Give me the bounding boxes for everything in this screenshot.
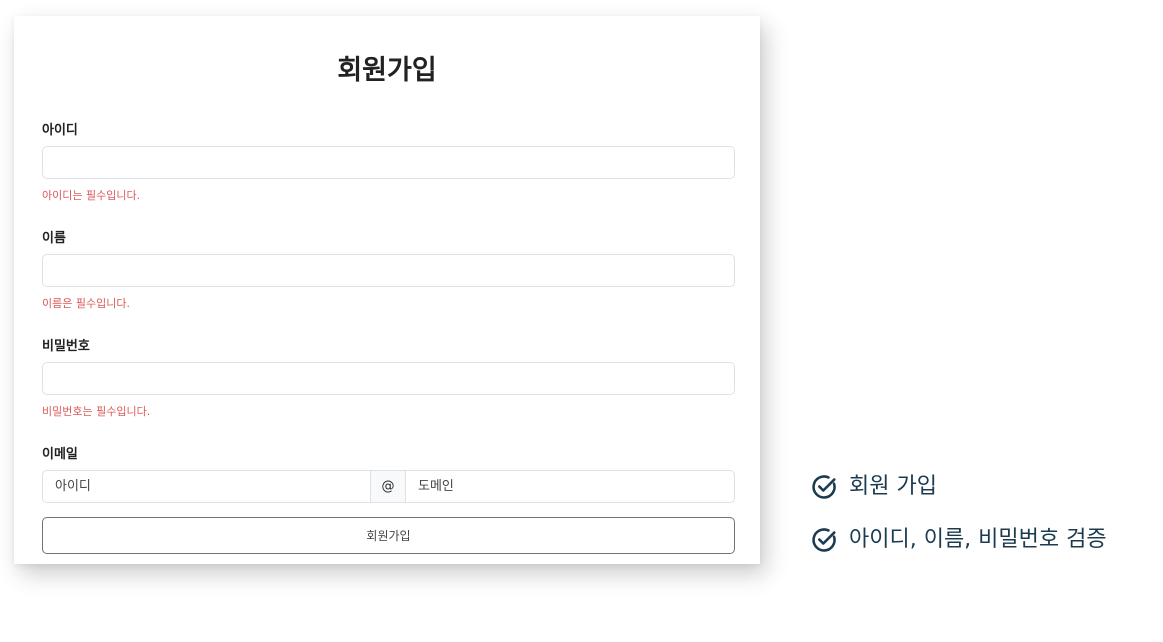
email-id-input[interactable] — [43, 471, 370, 502]
screen: 회원가입 아이디 아이디는 필수입니다. 이름 이름은 필수입니다. 비밀번호 … — [0, 0, 1163, 642]
signup-submit-button[interactable]: 회원가입 — [42, 517, 735, 554]
password-error-message: 비밀번호는 필수입니다. — [42, 405, 151, 418]
feature-item-label: 아이디, 이름, 비밀번호 검증 — [849, 527, 1107, 552]
page-title: 회원가입 — [337, 55, 437, 86]
email-domain-input[interactable] — [406, 471, 734, 502]
email-label: 이메일 — [42, 447, 78, 462]
check-circle-icon — [812, 475, 836, 499]
name-error-message: 이름은 필수입니다. — [42, 297, 130, 310]
password-input[interactable] — [42, 362, 735, 395]
password-label: 비밀번호 — [42, 339, 90, 354]
id-error-message: 아이디는 필수입니다. — [42, 189, 141, 202]
feature-item-label: 회원 가입 — [849, 474, 937, 499]
signup-form-card: 회원가입 아이디 아이디는 필수입니다. 이름 이름은 필수입니다. 비밀번호 … — [14, 16, 760, 564]
name-label: 이름 — [42, 231, 66, 246]
name-input[interactable] — [42, 254, 735, 287]
check-circle-icon — [812, 528, 836, 552]
email-input-group: @ — [42, 470, 735, 503]
id-input[interactable] — [42, 146, 735, 179]
id-label: 아이디 — [42, 123, 78, 138]
feature-item-signup: 회원 가입 — [810, 472, 937, 502]
feature-item-validation: 아이디, 이름, 비밀번호 검증 — [810, 525, 1107, 555]
email-at-sign: @ — [370, 471, 406, 502]
